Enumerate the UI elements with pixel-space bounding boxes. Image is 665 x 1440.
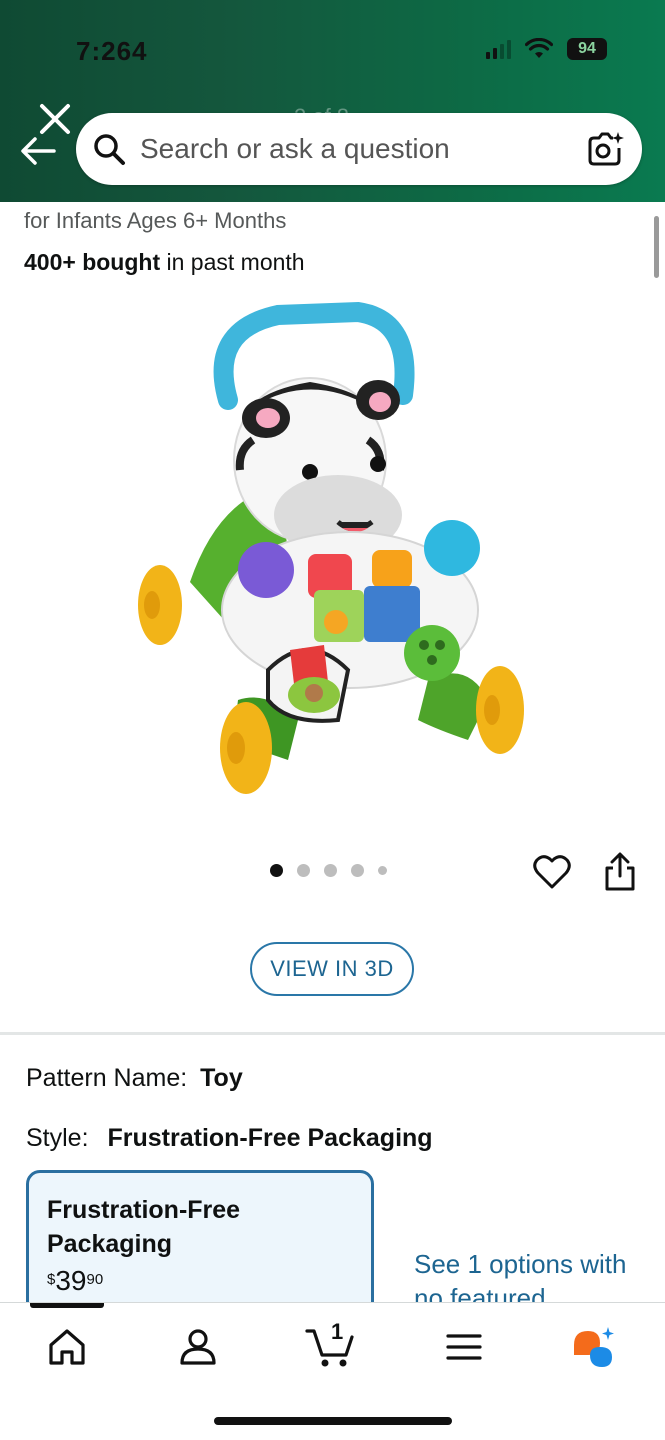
- active-tab-indicator: [30, 1303, 104, 1308]
- cellular-signal-icon: [486, 39, 511, 59]
- product-title[interactable]: for Infants Ages 6+ Months: [24, 208, 286, 234]
- camera-lens-icon[interactable]: [586, 130, 624, 168]
- close-icon[interactable]: [36, 100, 74, 138]
- home-icon[interactable]: [45, 1325, 89, 1369]
- assistant-icon[interactable]: [570, 1325, 614, 1369]
- style-option-card-selected[interactable]: Frustration-Free Packaging $3990: [26, 1170, 374, 1320]
- product-image[interactable]: [128, 300, 538, 810]
- price-currency: $: [47, 1271, 56, 1288]
- price-whole: 39: [55, 1265, 87, 1296]
- status-icons: 94: [486, 38, 607, 60]
- search-icon: [94, 134, 125, 165]
- battery-icon: 94: [567, 38, 607, 60]
- cart-button[interactable]: 1: [304, 1319, 358, 1371]
- image-carousel-dots[interactable]: [270, 864, 387, 877]
- wifi-icon: [525, 38, 553, 58]
- pattern-name-label: Pattern Name:: [26, 1064, 188, 1092]
- style-label: Style:: [26, 1124, 89, 1152]
- bottom-navigation: 1: [0, 1302, 665, 1440]
- pattern-name-row: Pattern Name: Toy: [26, 1064, 243, 1093]
- carousel-dot[interactable]: [324, 864, 337, 877]
- cart-count: 1: [331, 1319, 344, 1344]
- menu-icon[interactable]: [442, 1325, 486, 1369]
- account-icon[interactable]: [176, 1325, 220, 1369]
- bought-count: 400+ bought in past month: [24, 249, 305, 276]
- section-divider: [0, 1032, 665, 1035]
- search-input[interactable]: Search or ask a question: [140, 133, 586, 165]
- carousel-dot[interactable]: [351, 864, 364, 877]
- carousel-dot[interactable]: [378, 866, 387, 875]
- carousel-dot[interactable]: [270, 864, 283, 877]
- search-bar[interactable]: Search or ask a question: [76, 113, 642, 185]
- pattern-name-value: Toy: [200, 1064, 243, 1092]
- style-value: Frustration-Free Packaging: [107, 1124, 433, 1152]
- style-row: Style: Frustration-Free Packaging: [26, 1124, 433, 1153]
- share-icon[interactable]: [602, 852, 638, 892]
- view-in-3d-button[interactable]: VIEW IN 3D: [250, 942, 414, 996]
- header: 7:264 94 2 of 8 Search or ask a question: [0, 0, 665, 202]
- carousel-dot[interactable]: [297, 864, 310, 877]
- back-arrow-icon[interactable]: [18, 134, 58, 168]
- bought-count-suffix: in past month: [160, 249, 305, 275]
- price-fraction: 90: [86, 1271, 104, 1288]
- scrollbar[interactable]: [654, 216, 659, 278]
- option-name: Frustration-Free Packaging: [47, 1196, 241, 1258]
- home-indicator[interactable]: [214, 1417, 452, 1425]
- option-price: $3990: [47, 1265, 353, 1297]
- status-time: 7:264: [76, 36, 148, 66]
- bought-count-number: 400+ bought: [24, 249, 161, 275]
- heart-icon[interactable]: [532, 852, 572, 892]
